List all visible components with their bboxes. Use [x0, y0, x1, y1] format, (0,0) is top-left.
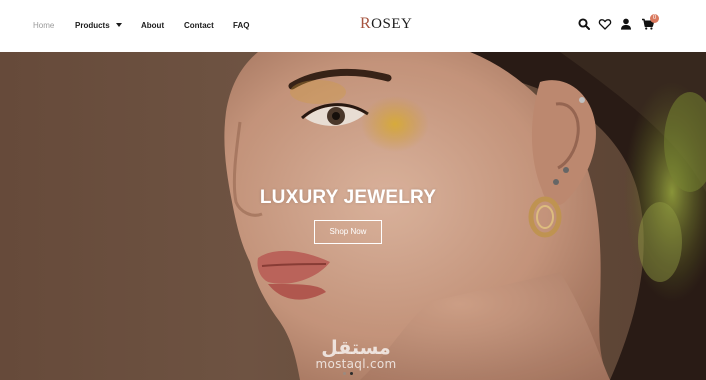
nav-about-link[interactable]: About	[141, 21, 164, 30]
watermark-arabic: مستقل	[321, 337, 391, 359]
brand-logo[interactable]: ROSEY	[360, 15, 412, 33]
nav-home-link[interactable]: Home	[33, 21, 54, 30]
hero-banner: LUXURY JEWELRY Shop Now مستقل mostaql.co…	[0, 52, 706, 380]
nav-contact-link[interactable]: Contact	[184, 21, 214, 30]
user-icon[interactable]	[619, 17, 633, 31]
nav-products-link[interactable]: Products	[75, 21, 122, 30]
chevron-down-icon	[115, 23, 122, 27]
watermark: مستقل mostaql.com	[306, 338, 406, 371]
slider-dots	[343, 372, 353, 375]
logo-initial: R	[360, 15, 372, 32]
nav-products-label: Products	[75, 21, 110, 30]
slider-dot-1[interactable]	[343, 372, 346, 375]
shop-now-button[interactable]: Shop Now	[314, 220, 382, 244]
search-icon[interactable]	[577, 17, 591, 31]
slider-dot-2[interactable]	[350, 372, 353, 375]
heart-icon[interactable]	[598, 17, 612, 31]
nav-faq-link[interactable]: FAQ	[233, 21, 249, 30]
cart-count-badge: 0	[650, 14, 659, 23]
hero-model-photo	[0, 52, 706, 380]
watermark-latin: mostaql.com	[315, 357, 397, 371]
site-header: Home Products About Contact FAQ ROSEY 0	[0, 0, 706, 52]
hero-title: LUXURY JEWELRY	[259, 187, 437, 208]
logo-rest: OSEY	[371, 16, 413, 32]
